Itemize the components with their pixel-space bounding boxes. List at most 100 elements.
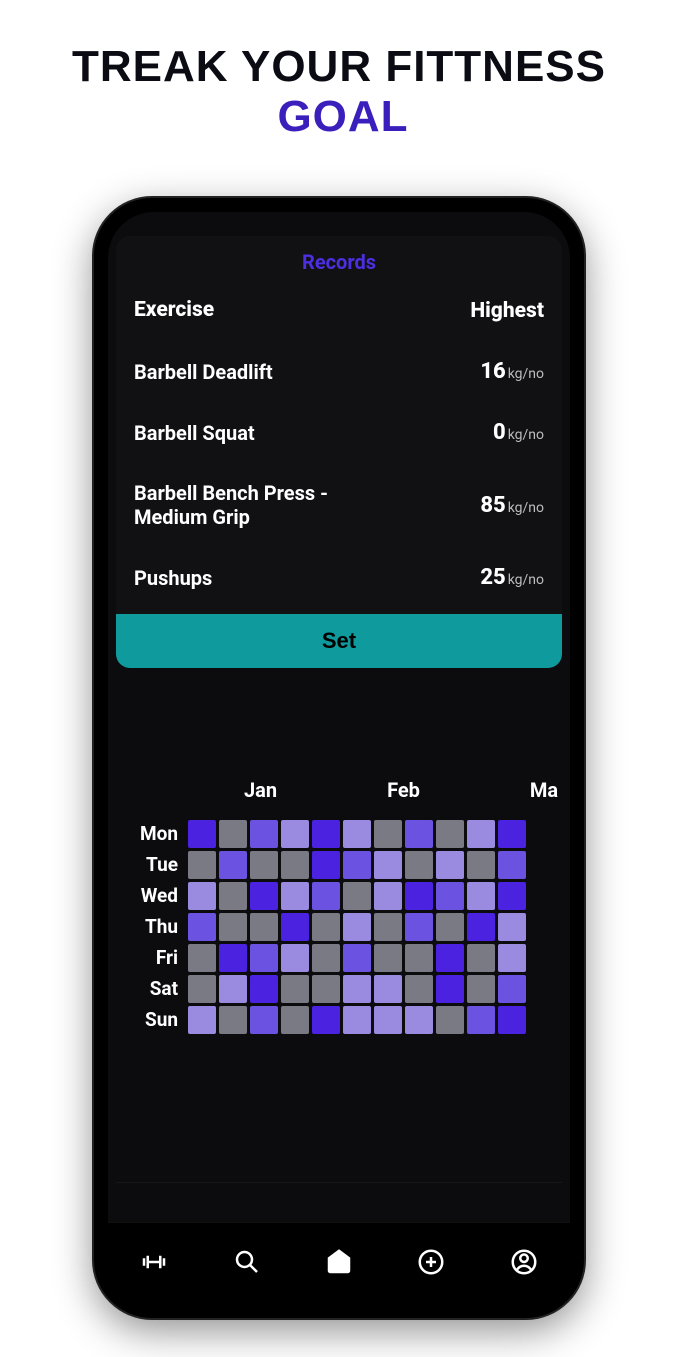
heatmap-cell[interactable] bbox=[219, 975, 247, 1003]
heatmap-cell[interactable] bbox=[250, 944, 278, 972]
profile-icon bbox=[509, 1247, 539, 1281]
heatmap-cell[interactable] bbox=[281, 975, 309, 1003]
heatmap-cell[interactable] bbox=[188, 1006, 216, 1034]
record-value: 85 bbox=[480, 493, 505, 518]
heatmap-cell[interactable] bbox=[467, 1006, 495, 1034]
record-row[interactable]: Barbell Squat 0 kg/no bbox=[116, 402, 562, 463]
record-value-wrap: 0 kg/no bbox=[493, 420, 544, 445]
heatmap-cell[interactable] bbox=[250, 975, 278, 1003]
heatmap-cell[interactable] bbox=[312, 851, 340, 879]
record-row[interactable]: Pushups 25 kg/no bbox=[116, 547, 562, 608]
heatmap-cell[interactable] bbox=[343, 1006, 371, 1034]
heatmap-cell[interactable] bbox=[467, 975, 495, 1003]
heatmap-cell[interactable] bbox=[281, 1006, 309, 1034]
heatmap-cell[interactable] bbox=[219, 944, 247, 972]
heatmap-cell[interactable] bbox=[250, 882, 278, 910]
heatmap-cell[interactable] bbox=[219, 820, 247, 848]
nav-profile[interactable] bbox=[504, 1244, 544, 1284]
heatmap-cell[interactable] bbox=[436, 944, 464, 972]
heatmap-cell[interactable] bbox=[498, 975, 526, 1003]
heatmap-cell[interactable] bbox=[405, 882, 433, 910]
record-unit: kg/no bbox=[508, 366, 544, 382]
heatmap-cell[interactable] bbox=[250, 851, 278, 879]
heatmap-cell[interactable] bbox=[312, 944, 340, 972]
heatmap-cell[interactable] bbox=[312, 1006, 340, 1034]
heatmap-cell[interactable] bbox=[436, 820, 464, 848]
nav-workout[interactable] bbox=[134, 1244, 174, 1284]
heatmap-cell[interactable] bbox=[250, 820, 278, 848]
heatmap-cell[interactable] bbox=[219, 882, 247, 910]
heatmap-cell[interactable] bbox=[498, 882, 526, 910]
heatmap-cell[interactable] bbox=[219, 851, 247, 879]
heatmap-cell[interactable] bbox=[219, 913, 247, 941]
heatmap-cell[interactable] bbox=[343, 975, 371, 1003]
heatmap-cell[interactable] bbox=[312, 820, 340, 848]
heatmap-cell[interactable] bbox=[467, 851, 495, 879]
heatmap-cell[interactable] bbox=[343, 882, 371, 910]
heatmap-cell[interactable] bbox=[374, 944, 402, 972]
heatmap-cell[interactable] bbox=[405, 1006, 433, 1034]
heatmap-cell[interactable] bbox=[374, 820, 402, 848]
heatmap-cell[interactable] bbox=[312, 882, 340, 910]
home-icon bbox=[324, 1247, 354, 1281]
heatmap-cell[interactable] bbox=[498, 944, 526, 972]
heatmap-cell[interactable] bbox=[405, 944, 433, 972]
nav-search[interactable] bbox=[227, 1244, 267, 1284]
heatmap-cell[interactable] bbox=[188, 851, 216, 879]
heatmap-grid[interactable] bbox=[188, 820, 560, 1034]
heatmap-cell[interactable] bbox=[405, 913, 433, 941]
heatmap-cell[interactable] bbox=[343, 820, 371, 848]
heatmap-cell[interactable] bbox=[498, 913, 526, 941]
heatmap-cell[interactable] bbox=[281, 882, 309, 910]
heatmap-cell[interactable] bbox=[281, 820, 309, 848]
heatmap-cell[interactable] bbox=[250, 913, 278, 941]
heatmap-cell[interactable] bbox=[405, 851, 433, 879]
heatmap-cell[interactable] bbox=[374, 1006, 402, 1034]
record-row[interactable]: Barbell Bench Press - Medium Grip 85 kg/… bbox=[116, 463, 562, 547]
heatmap-cell[interactable] bbox=[281, 913, 309, 941]
heatmap-cell[interactable] bbox=[405, 975, 433, 1003]
nav-add[interactable] bbox=[411, 1244, 451, 1284]
heatmap-cell[interactable] bbox=[188, 913, 216, 941]
heatmap-cell[interactable] bbox=[374, 913, 402, 941]
heatmap-cell[interactable] bbox=[467, 944, 495, 972]
heatmap-cell[interactable] bbox=[436, 975, 464, 1003]
record-row[interactable]: Barbell Deadlift 16 kg/no bbox=[116, 341, 562, 402]
heatmap-cell[interactable] bbox=[436, 882, 464, 910]
heatmap-cell[interactable] bbox=[374, 975, 402, 1003]
heatmap-cell[interactable] bbox=[188, 975, 216, 1003]
heatmap-cell[interactable] bbox=[188, 882, 216, 910]
month-label: Ma bbox=[530, 778, 558, 802]
heatmap-cell[interactable] bbox=[405, 820, 433, 848]
record-name: Barbell Bench Press - Medium Grip bbox=[134, 481, 404, 529]
heatmap-cell[interactable] bbox=[498, 1006, 526, 1034]
heatmap-cell[interactable] bbox=[188, 820, 216, 848]
heatmap-cell[interactable] bbox=[343, 944, 371, 972]
day-label: Tue bbox=[124, 851, 178, 879]
heatmap-cell[interactable] bbox=[498, 820, 526, 848]
nav-home[interactable] bbox=[319, 1244, 359, 1284]
month-label: Jan bbox=[244, 778, 277, 802]
heatmap-cell[interactable] bbox=[436, 913, 464, 941]
heatmap-cell[interactable] bbox=[281, 944, 309, 972]
heatmap-cell[interactable] bbox=[374, 882, 402, 910]
heatmap-cell[interactable] bbox=[250, 1006, 278, 1034]
heatmap-cell[interactable] bbox=[467, 820, 495, 848]
heatmap-cell[interactable] bbox=[467, 882, 495, 910]
set-button[interactable]: Set bbox=[116, 614, 562, 668]
heatmap-cell[interactable] bbox=[219, 1006, 247, 1034]
heatmap-cell[interactable] bbox=[188, 944, 216, 972]
heatmap-cell[interactable] bbox=[312, 975, 340, 1003]
record-value-wrap: 16 kg/no bbox=[480, 359, 544, 384]
heatmap-cell[interactable] bbox=[343, 913, 371, 941]
section-divider bbox=[116, 1182, 562, 1183]
heatmap-cell[interactable] bbox=[436, 851, 464, 879]
heatmap-cell[interactable] bbox=[498, 851, 526, 879]
heatmap-cell[interactable] bbox=[374, 851, 402, 879]
heatmap-cell[interactable] bbox=[281, 851, 309, 879]
heatmap-cell[interactable] bbox=[436, 1006, 464, 1034]
plus-circle-icon bbox=[416, 1247, 446, 1281]
heatmap-cell[interactable] bbox=[312, 913, 340, 941]
heatmap-cell[interactable] bbox=[343, 851, 371, 879]
heatmap-cell[interactable] bbox=[467, 913, 495, 941]
